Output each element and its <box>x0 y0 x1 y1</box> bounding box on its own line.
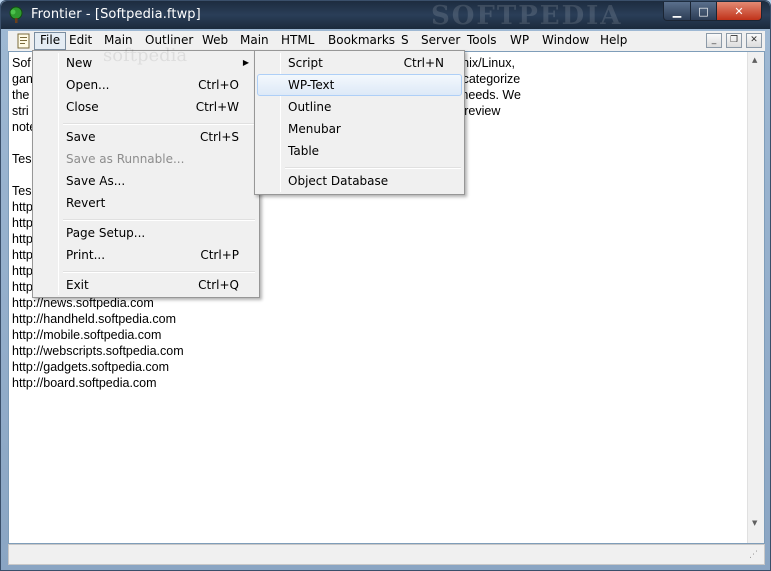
menu-s[interactable]: S <box>396 32 414 50</box>
menu-separator <box>63 271 255 273</box>
scroll-down-icon[interactable]: ▼ <box>752 519 757 527</box>
file-menu-open[interactable]: Open... Ctrl+O <box>35 74 257 96</box>
close-icon: ✕ <box>750 35 758 45</box>
file-menu-save-label: Save <box>66 130 96 144</box>
menu-separator <box>63 219 255 221</box>
menu-bookmarks[interactable]: Bookmarks <box>323 32 400 50</box>
file-menu-open-shortcut: Ctrl+O <box>198 78 239 92</box>
new-submenu-object-database[interactable]: Object Database <box>257 170 462 192</box>
window-title: Frontier - [Softpedia.ftwp] <box>31 7 201 22</box>
menu-help[interactable]: Help <box>595 32 632 50</box>
file-menu-print-label: Print... <box>66 248 106 262</box>
new-submenu-wp-text[interactable]: WP-Text <box>257 74 462 96</box>
new-submenu-table-label: Table <box>288 144 320 158</box>
new-submenu-wp-text-label: WP-Text <box>288 78 335 92</box>
file-menu-save-as-runnable[interactable]: Save as Runnable... <box>35 148 257 170</box>
menu-html[interactable]: HTML <box>276 32 319 50</box>
file-menu-close-label: Close <box>66 100 99 114</box>
menu-tools[interactable]: Tools <box>462 32 502 50</box>
menu-window[interactable]: Window <box>537 32 594 50</box>
document-line: http://mobile.softpedia.com <box>12 328 162 342</box>
file-menu-save-as-label: Save As... <box>66 174 126 188</box>
new-submenu-outline[interactable]: Outline <box>257 96 462 118</box>
file-menu-print-shortcut: Ctrl+P <box>200 248 239 262</box>
new-submenu-menubar-label: Menubar <box>288 122 341 136</box>
new-submenu-menubar[interactable]: Menubar <box>257 118 462 140</box>
menu-file[interactable]: File <box>34 32 67 50</box>
file-menu-open-label: Open... <box>66 78 110 92</box>
new-submenu-outline-label: Outline <box>288 100 332 114</box>
new-submenu: Script Ctrl+N WP-Text Outline Menubar Ta… <box>254 50 465 195</box>
close-button[interactable]: ✕ <box>716 2 762 21</box>
mdi-minimize-button[interactable]: _ <box>706 33 722 48</box>
vertical-scrollbar[interactable]: ▲ ▼ <box>747 52 764 543</box>
new-submenu-script-shortcut: Ctrl+N <box>403 56 444 70</box>
status-bar: ⋰ <box>8 544 765 565</box>
document-line: http://handheld.softpedia.com <box>12 312 177 326</box>
document-line: http://board.softpedia.com <box>12 376 157 390</box>
new-submenu-table[interactable]: Table <box>257 140 462 162</box>
file-menu-print[interactable]: Print... Ctrl+P <box>35 244 257 266</box>
scroll-up-icon[interactable]: ▲ <box>752 56 757 64</box>
file-menu-revert-label: Revert <box>66 196 106 210</box>
file-menu-save[interactable]: Save Ctrl+S <box>35 126 257 148</box>
file-menu: softpedia New ▶ Open... Ctrl+O Close Ctr… <box>32 45 260 298</box>
file-menu-save-as-runnable-label: Save as Runnable... <box>66 152 185 166</box>
menu-separator <box>285 167 461 169</box>
title-watermark: SOFTPEDIA <box>431 1 623 31</box>
file-menu-exit[interactable]: Exit Ctrl+Q <box>35 274 257 296</box>
file-menu-page-setup-label: Page Setup... <box>66 226 146 240</box>
mdi-restore-button[interactable]: ❐ <box>726 33 742 48</box>
menu-edit[interactable]: Edit <box>64 32 97 50</box>
file-menu-exit-shortcut: Ctrl+Q <box>198 278 239 292</box>
file-menu-page-setup[interactable]: Page Setup... <box>35 222 257 244</box>
mdi-close-button[interactable]: ✕ <box>746 33 762 48</box>
menu-main-2[interactable]: Main <box>235 32 274 50</box>
file-menu-new[interactable]: New ▶ <box>35 52 257 74</box>
new-submenu-script[interactable]: Script Ctrl+N <box>257 52 462 74</box>
file-menu-save-shortcut: Ctrl+S <box>199 130 239 144</box>
file-menu-exit-label: Exit <box>66 278 89 292</box>
file-menu-new-label: New <box>66 56 93 70</box>
file-menu-close[interactable]: Close Ctrl+W <box>35 96 257 118</box>
menu-separator <box>63 123 255 125</box>
minimize-icon: _ <box>711 35 717 45</box>
file-menu-close-shortcut: Ctrl+W <box>195 100 239 114</box>
maximize-icon: □ <box>698 4 709 18</box>
minimize-button[interactable]: ▁ <box>663 2 691 21</box>
document-line: http://webscripts.softpedia.com <box>12 344 184 358</box>
resize-grip-icon[interactable]: ⋰ <box>749 550 761 562</box>
submenu-arrow-icon: ▶ <box>242 58 249 67</box>
file-menu-revert[interactable]: Revert <box>35 192 257 214</box>
menu-server[interactable]: Server <box>416 32 465 50</box>
title-bar[interactable]: Frontier - [Softpedia.ftwp] SOFTPEDIA ▁ … <box>1 1 770 31</box>
frontier-tree-icon <box>9 6 23 23</box>
new-submenu-object-database-label: Object Database <box>288 174 389 188</box>
maximize-button[interactable]: □ <box>690 2 717 21</box>
menu-wp[interactable]: WP <box>505 32 534 50</box>
restore-icon: ❐ <box>729 35 739 45</box>
document-icon[interactable] <box>16 33 32 49</box>
close-icon: ✕ <box>734 4 744 18</box>
new-submenu-script-label: Script <box>288 56 323 70</box>
file-menu-save-as[interactable]: Save As... <box>35 170 257 192</box>
document-line: http://gadgets.softpedia.com <box>12 360 170 374</box>
minimize-icon: ▁ <box>672 4 682 18</box>
menu-web[interactable]: Web <box>197 32 233 50</box>
